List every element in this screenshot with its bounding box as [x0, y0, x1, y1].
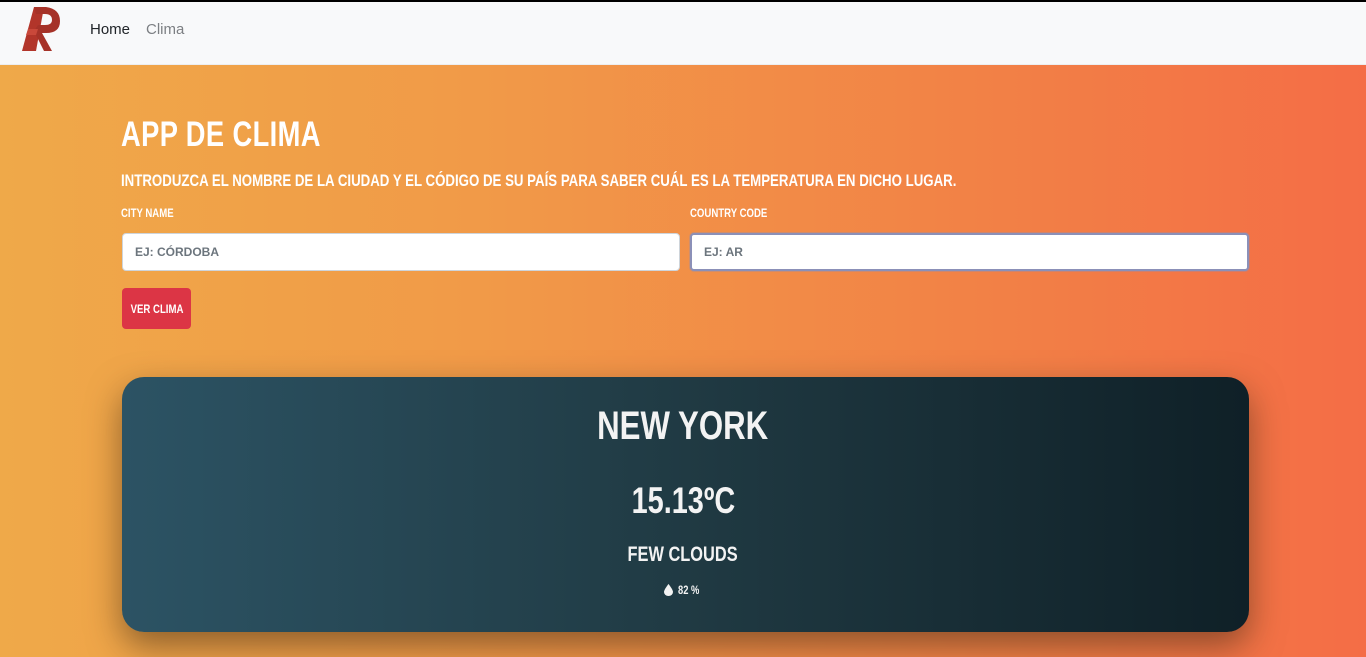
- country-code-label: Country code: [690, 206, 768, 220]
- weather-temperature-text: 15.13ºC: [631, 480, 735, 521]
- ver-clima-button-label: Ver clima: [130, 301, 183, 316]
- ver-clima-button[interactable]: Ver clima: [122, 288, 191, 329]
- weather-city-text: New York: [597, 404, 769, 448]
- page-title: App de Clima: [121, 115, 321, 154]
- navbar: Home Clima: [0, 2, 1366, 65]
- weather-city: New York: [0, 404, 1366, 448]
- city-name-label: City name: [121, 206, 174, 220]
- weather-description-text: few clouds: [627, 543, 739, 566]
- nav-links: Home Clima: [90, 20, 184, 40]
- nav-clima-link[interactable]: Clima: [146, 20, 184, 40]
- nav-home-link[interactable]: Home: [90, 20, 130, 40]
- weather-humidity-text: 82 %: [677, 583, 700, 597]
- weather-description: few clouds: [0, 543, 1366, 567]
- water-drop-icon: [663, 584, 673, 596]
- weather-humidity: 82 %: [0, 582, 1366, 598]
- page-subtitle: Introduzca el nombre de la ciudad y el c…: [121, 171, 957, 190]
- ap-logo-icon[interactable]: [18, 5, 64, 55]
- country-code-input[interactable]: [690, 233, 1249, 271]
- city-name-input[interactable]: [122, 233, 680, 271]
- weather-temperature: 15.13ºC: [0, 480, 1366, 522]
